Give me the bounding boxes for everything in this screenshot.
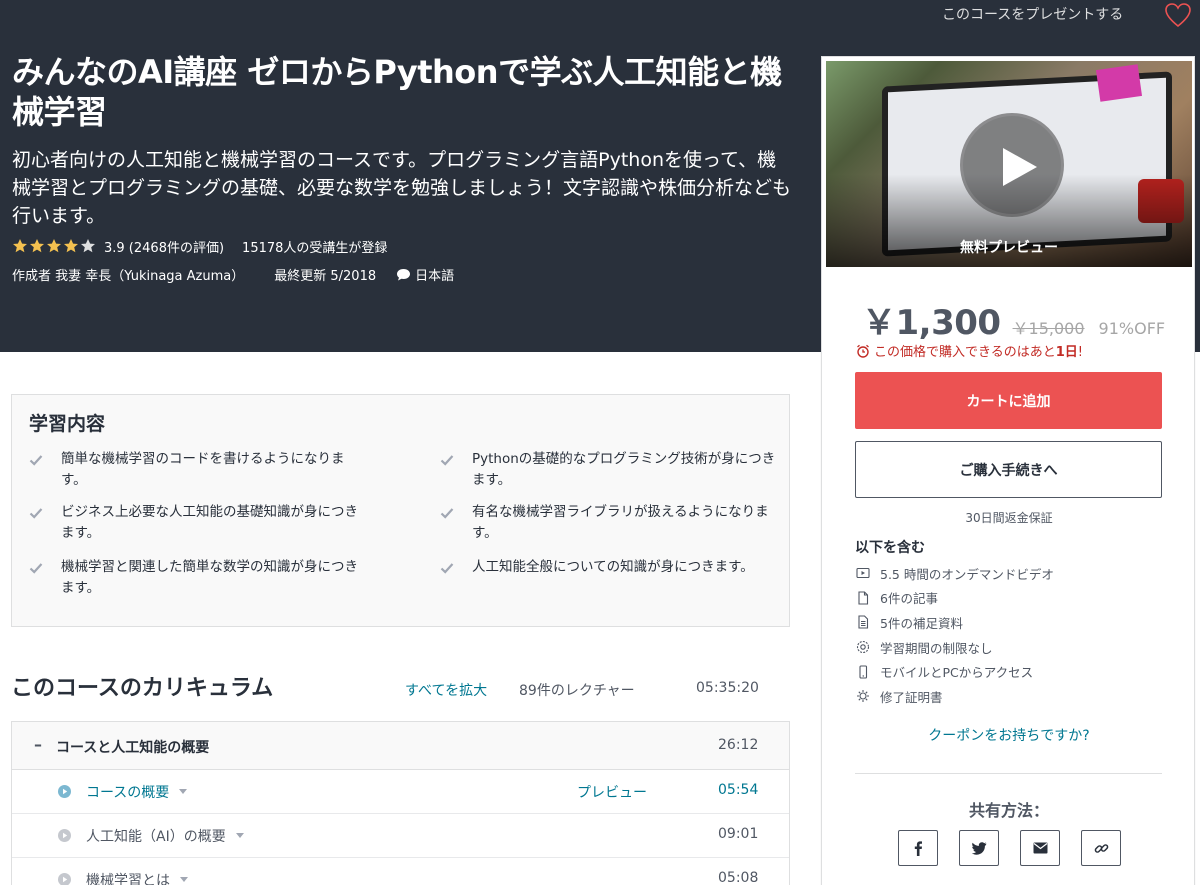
lecture-row[interactable]: 機械学習とは 05:08: [12, 858, 789, 885]
divider: [855, 773, 1162, 774]
heart-icon[interactable]: [1164, 2, 1192, 28]
money-back-guarantee: 30日間返金保証: [965, 511, 1053, 525]
chevron-down-icon[interactable]: [235, 833, 244, 839]
course-preview-video[interactable]: 無料プレビュー: [826, 61, 1192, 267]
play-circle-icon: [58, 873, 71, 885]
lecture-row[interactable]: 人工知能（AI）の概要 09:01: [12, 814, 789, 858]
price-row: ￥1,300 ￥15,000 91%OFF: [862, 295, 1165, 344]
twitter-share-button[interactable]: [959, 830, 999, 866]
link-icon: [1094, 843, 1108, 853]
lecture-row[interactable]: コースの概要 プレビュー 05:54: [12, 770, 789, 814]
lecture-duration: 05:54: [718, 782, 759, 798]
check-icon: [440, 508, 454, 519]
play-circle-icon: [58, 829, 71, 842]
section-title: コースと人工知能の概要: [56, 740, 210, 756]
discount-percent: 91%OFF: [1098, 319, 1166, 338]
check-icon: [440, 563, 454, 574]
chevron-down-icon[interactable]: [179, 789, 188, 795]
curriculum-title: このコースのカリキュラム: [11, 676, 274, 701]
section-duration: 26:12: [718, 737, 759, 753]
check-icon: [29, 455, 43, 466]
learn-item: 機械学習と関連した簡単な数学の知識が身につきます。: [29, 557, 369, 599]
share-buttons: [898, 830, 1121, 866]
collapse-icon[interactable]: –: [34, 735, 42, 754]
check-icon: [440, 455, 454, 466]
alarm-clock-icon: [857, 344, 869, 358]
add-to-cart-button[interactable]: カートに追加: [855, 372, 1162, 429]
play-circle-icon: [58, 785, 71, 798]
learn-item: 人工知能全般についての知識が身につきます。: [440, 557, 780, 578]
total-duration: 05:35:20: [696, 680, 759, 696]
star-icon: [30, 239, 44, 253]
sale-timer: この価格で購入できるのはあと1日!: [856, 341, 1083, 360]
star-rating: [12, 238, 96, 254]
check-icon: [29, 563, 43, 574]
author-link[interactable]: 作成者 我妻 幸長（Yukinaga Azuma）: [12, 265, 244, 284]
email-share-button[interactable]: [1020, 830, 1060, 866]
lecture-count: 89件のレクチャー: [519, 683, 635, 699]
current-price: ￥1,300: [862, 303, 1001, 343]
include-item: 6件の記事: [856, 586, 1054, 611]
facebook-icon: [914, 841, 922, 856]
course-subtitle: 初心者向けの人工知能と機械学習のコースです。プログラミング言語Pythonを使っ…: [12, 149, 792, 227]
play-icon[interactable]: [960, 113, 1064, 217]
original-price: ￥15,000: [1012, 319, 1085, 338]
twitter-icon: [971, 841, 986, 855]
rating-row: 3.9 (2468件の評価) 15178人の受講生が登録: [12, 236, 387, 256]
what-you-will-learn: 学習内容 簡単な機械学習のコードを書けるようになります。 Pythonの基礎的な…: [11, 394, 790, 627]
star-icon: [64, 239, 78, 253]
star-icon: [81, 239, 95, 253]
course-title: みんなのAI講座 ゼロからPythonで学ぶ人工知能と機械学習: [12, 53, 782, 131]
include-item: 5件の補足資料: [856, 610, 1054, 635]
includes-title: 以下を含む: [855, 540, 925, 556]
last-updated: 最終更新 5/2018: [274, 268, 377, 284]
infinity-icon: [856, 641, 870, 654]
preview-link[interactable]: プレビュー: [577, 782, 647, 802]
include-item: 学習期間の制限なし: [856, 635, 1054, 660]
link-share-button[interactable]: [1081, 830, 1121, 866]
email-icon: [1033, 842, 1047, 854]
learn-item: ビジネス上必要な人工知能の基礎知識が身につきます。: [29, 502, 369, 544]
coupon-link[interactable]: クーポンをお持ちですか?: [822, 725, 1196, 745]
file-icon: [858, 591, 869, 605]
includes-list: 5.5 時間のオンデマンドビデオ 6件の記事 5件の補足資料 学習期間の制限なし…: [856, 561, 1054, 709]
preview-label: 無料プレビュー: [960, 240, 1058, 256]
learn-item: 有名な機械学習ライブラリが扱えるようになります。: [440, 502, 780, 544]
video-icon: [856, 568, 870, 579]
lecture-title[interactable]: 機械学習とは: [86, 870, 188, 885]
expand-all-link[interactable]: すべてを拡大: [405, 680, 487, 700]
curriculum-list: – コースと人工知能の概要 26:12 コースの概要 プレビュー 05:54 人…: [11, 721, 790, 885]
timer-text: この価格で購入できるのはあと1日!: [874, 345, 1084, 360]
include-item: モバイルとPCからアクセス: [856, 659, 1054, 684]
rating-text[interactable]: 3.9 (2468件の評価): [104, 237, 224, 256]
lecture-duration: 09:01: [718, 826, 759, 842]
mobile-icon: [859, 665, 868, 679]
buy-now-button[interactable]: ご購入手続きへ: [855, 441, 1162, 498]
learn-item: Pythonの基礎的なプログラミング技術が身につきます。: [440, 449, 780, 491]
purchase-sidebar: 無料プレビュー ￥1,300 ￥15,000 91%OFF この価格で購入できる…: [821, 56, 1195, 885]
lecture-title-link[interactable]: コースの概要: [86, 782, 188, 802]
section-header[interactable]: – コースと人工知能の概要 26:12: [12, 722, 789, 770]
check-icon: [29, 508, 43, 519]
certificate-icon: [857, 690, 869, 703]
include-item: 修了証明書: [856, 684, 1054, 709]
language-label: 日本語: [415, 268, 455, 284]
language: 日本語: [396, 265, 454, 284]
facebook-share-button[interactable]: [898, 830, 938, 866]
learn-title: 学習内容: [29, 413, 106, 435]
chevron-down-icon[interactable]: [180, 877, 188, 883]
speech-bubble-icon: [397, 268, 411, 280]
include-item: 5.5 時間のオンデマンドビデオ: [856, 561, 1054, 586]
star-icon: [47, 239, 61, 253]
gift-course-link[interactable]: このコースをプレゼントする: [942, 4, 1123, 24]
document-icon: [858, 615, 869, 630]
lecture-duration: 05:08: [718, 870, 759, 885]
learn-item: 簡単な機械学習のコードを書けるようになります。: [29, 449, 369, 491]
star-icon: [13, 239, 27, 253]
share-title: 共有方法：: [968, 801, 1049, 820]
lecture-title[interactable]: 人工知能（AI）の概要: [86, 826, 244, 846]
meta-row: 作成者 我妻 幸長（Yukinaga Azuma） 最終更新 5/2018 日本…: [12, 264, 454, 284]
enrolled-count: 15178人の受講生が登録: [242, 240, 388, 256]
